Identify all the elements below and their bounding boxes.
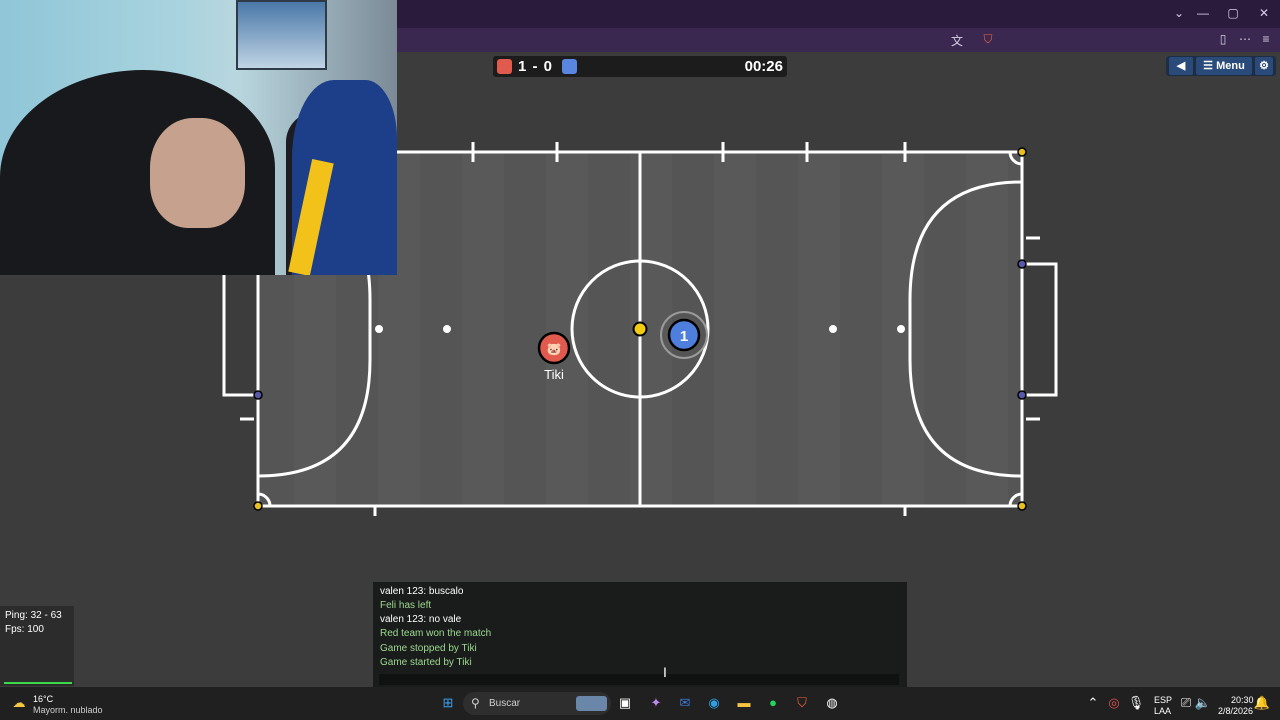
chat-line: Feli has left — [380, 600, 432, 611]
edge-icon[interactable]: ◉ — [705, 694, 723, 712]
chat-line: valen 123: no vale — [380, 614, 462, 625]
chat-line: Game started by Tiki — [380, 657, 472, 668]
tray-app-icon[interactable]: ◎ — [1105, 694, 1123, 712]
windows-taskbar: ☁ 16°C Mayorm. nublado ⊞ ⚲ Buscar ▣ ✦ ✉ … — [0, 687, 1280, 720]
task-view-icon[interactable]: ▣ — [616, 694, 634, 712]
chat-panel: valen 123: buscalo Feli has left valen 1… — [373, 582, 907, 687]
chat-line: valen 123: buscalo — [380, 586, 464, 597]
app-icon[interactable]: ◍ — [823, 694, 841, 712]
ball — [632, 321, 648, 337]
player-red-avatar: 🐷 — [547, 342, 562, 356]
player-blue: 1 — [667, 318, 701, 352]
microphone-icon[interactable]: 🎙 — [1127, 694, 1145, 712]
person-face — [150, 118, 245, 228]
net-stats: Ping: 32 - 63 Fps: 100 — [0, 606, 74, 686]
settings-button[interactable]: ⚙ — [1255, 57, 1273, 75]
menu-button-label: Menu — [1216, 60, 1245, 72]
score-text: 1 - 0 — [518, 58, 554, 75]
scoreboard: 1 - 0 00:26 — [493, 56, 787, 77]
chat-line: Red team won the match — [380, 628, 492, 639]
clock-time[interactable]: 20:30 — [1231, 695, 1254, 705]
weather-desc[interactable]: Mayorm. nublado — [33, 705, 103, 715]
weather-temp[interactable]: 16°C — [33, 694, 53, 704]
red-team-square — [497, 59, 512, 74]
player-blue-avatar: 1 — [680, 328, 688, 345]
brave-icon[interactable]: ⛉ — [793, 694, 811, 712]
spotify-icon[interactable]: ● — [764, 694, 782, 712]
fps-graph — [4, 670, 72, 684]
taskbar-search[interactable]: ⚲ Buscar — [463, 692, 611, 715]
windows-start-icon[interactable]: ⊞ — [439, 694, 457, 712]
language-bottom[interactable]: LAA — [1154, 706, 1171, 716]
search-highlight-image — [576, 696, 607, 711]
match-timer: 00:26 — [744, 58, 783, 75]
fps-text: Fps: 100 — [5, 624, 44, 635]
notification-bell-icon[interactable]: 🔔 — [1253, 694, 1271, 712]
search-placeholder: Buscar — [489, 698, 521, 709]
webcam-overlay — [0, 0, 397, 275]
menu-button[interactable]: ☰ Menu — [1196, 57, 1252, 75]
network-icon[interactable]: ⎚ — [1177, 694, 1195, 712]
language-top[interactable]: ESP — [1154, 695, 1172, 705]
game-menu-bar: ◀ ☰ Menu ⚙ — [1166, 56, 1276, 76]
chat-line: Game stopped by Tiki — [380, 643, 477, 654]
player-red-name: Tiki — [544, 367, 564, 382]
file-explorer-icon[interactable]: ▬ — [735, 694, 753, 712]
wall-poster — [236, 0, 327, 70]
blue-team-square — [562, 59, 577, 74]
chat-input[interactable] — [379, 674, 899, 685]
copilot-icon[interactable]: ✦ — [647, 694, 665, 712]
tray-overflow-icon[interactable]: ⌃ — [1084, 694, 1102, 712]
sound-toggle-button[interactable]: ◀ — [1169, 57, 1193, 75]
volume-icon[interactable]: 🔈 — [1194, 694, 1212, 712]
text-cursor-icon: I — [663, 664, 667, 680]
ping-text: Ping: 32 - 63 — [5, 610, 62, 621]
outlook-icon[interactable]: ✉ — [676, 694, 694, 712]
search-icon: ⚲ — [471, 696, 480, 710]
weather-icon[interactable]: ☁ — [10, 694, 28, 712]
clock-date[interactable]: 2/8/2026 — [1218, 706, 1253, 716]
hamburger-icon: ☰ — [1203, 60, 1214, 72]
